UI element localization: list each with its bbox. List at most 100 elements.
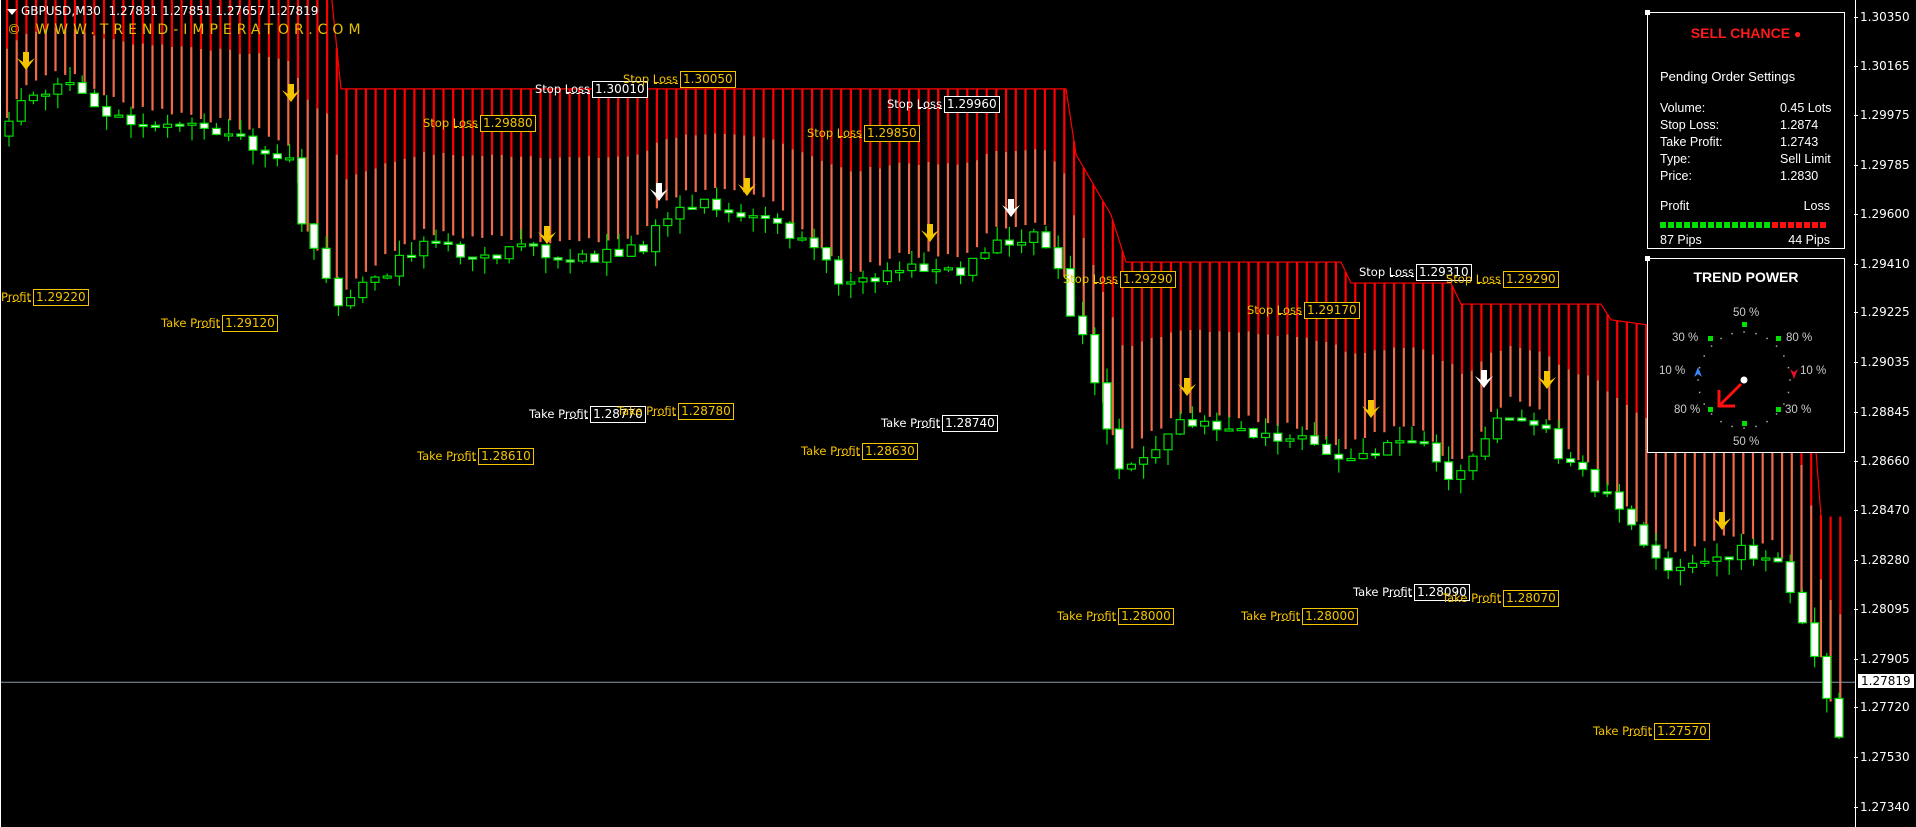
take-profit-label[interactable]: Take Profit 1.29120 bbox=[161, 315, 278, 332]
panel-drag-handle[interactable] bbox=[1645, 10, 1650, 15]
candle-body bbox=[346, 296, 356, 307]
price-tick: 1.30350 bbox=[1854, 10, 1910, 24]
candle-body bbox=[1504, 417, 1515, 421]
candle-body bbox=[858, 277, 868, 283]
dial-dot bbox=[1703, 403, 1705, 405]
candle-body bbox=[333, 277, 343, 307]
take-profit-label[interactable]: Take Profit 1.27570 bbox=[1593, 723, 1710, 740]
profit-segment bbox=[1732, 222, 1738, 228]
candle-body bbox=[394, 254, 404, 277]
candle-body bbox=[968, 257, 978, 276]
take-profit-label[interactable]: Take Profit 1.28740 bbox=[881, 415, 998, 432]
take-profit-label[interactable]: Take Profit 1.28000 bbox=[1057, 608, 1174, 625]
setting-value: Sell Limit bbox=[1780, 152, 1831, 166]
setting-value: 1.2830 bbox=[1780, 169, 1819, 183]
candle-body bbox=[407, 254, 417, 258]
candle-body bbox=[1736, 544, 1747, 561]
trend-power-dial bbox=[1694, 322, 1798, 429]
stop-loss-label[interactable]: Stop Loss 1.29290 bbox=[1446, 271, 1559, 288]
candle-body bbox=[1822, 655, 1832, 700]
candle-body bbox=[614, 248, 624, 257]
candle-body bbox=[553, 257, 563, 261]
candle-body bbox=[1687, 562, 1698, 568]
candle-body bbox=[821, 247, 832, 261]
candle-body bbox=[931, 269, 941, 273]
label-price: 1.29850 bbox=[864, 125, 920, 142]
take-profit-label[interactable]: Take Profit 1.28070 bbox=[1442, 590, 1559, 607]
dropdown-triangle-icon[interactable] bbox=[7, 8, 17, 15]
candle-body bbox=[760, 215, 771, 220]
loss-segment bbox=[1780, 222, 1786, 228]
candle-body bbox=[1809, 622, 1820, 658]
sell-signal-arrow-icon bbox=[650, 183, 668, 201]
candle-body bbox=[1639, 524, 1649, 546]
profit-segment bbox=[1668, 222, 1674, 228]
candle-body bbox=[1309, 435, 1320, 445]
label-price: 1.29120 bbox=[222, 315, 278, 332]
candle-body bbox=[199, 122, 209, 129]
sell-signal-arrow-icon bbox=[1713, 512, 1731, 530]
take-profit-label[interactable]: Take Profit 1.28000 bbox=[1241, 608, 1358, 625]
candle-body bbox=[1016, 241, 1027, 246]
stop-loss-label[interactable]: Stop Loss 1.29960 bbox=[887, 96, 1000, 113]
candle-body bbox=[175, 123, 185, 127]
stop-loss-label[interactable]: Stop Loss 1.29170 bbox=[1247, 302, 1360, 319]
stop-loss-label[interactable]: Stop Loss 1.29880 bbox=[423, 115, 536, 132]
sell-signal-arrow-icon bbox=[17, 52, 35, 70]
sell-chance-title: SELL CHANCE ● bbox=[1648, 25, 1844, 41]
label-text: Take Profit bbox=[1442, 591, 1502, 605]
candle-body bbox=[1004, 239, 1015, 246]
dial-dot bbox=[1766, 420, 1768, 423]
pct-top-left: 30 % bbox=[1672, 332, 1699, 344]
loss-segment bbox=[1772, 222, 1778, 228]
dial-dot bbox=[1766, 337, 1768, 340]
up-arrow-icon bbox=[1694, 367, 1702, 377]
dial-dot bbox=[1697, 379, 1699, 381]
take-profit-label[interactable]: Take Profit 1.28630 bbox=[801, 443, 918, 460]
candle-body bbox=[1407, 440, 1417, 444]
pct-bottom: 50 % bbox=[1733, 436, 1760, 448]
price-axis[interactable]: 1.30350 1.30165 1.29975 1.29785 1.29600 1.294… bbox=[1854, 0, 1916, 827]
candle-body bbox=[1797, 591, 1808, 624]
candle-body bbox=[711, 198, 722, 211]
stop-loss-label[interactable]: Stop Loss 1.29290 bbox=[1063, 271, 1176, 288]
pending-order-title: Pending Order Settings bbox=[1660, 69, 1796, 84]
dial-dot bbox=[1789, 379, 1791, 381]
dial-dot bbox=[1720, 420, 1722, 423]
loss-pips: 44 Pips bbox=[1788, 233, 1830, 247]
candlestick-chart[interactable] bbox=[1, 0, 1856, 827]
candle-body bbox=[1553, 428, 1564, 460]
label-text: Stop Loss bbox=[623, 72, 679, 86]
dial-marker-bottom-right bbox=[1776, 407, 1781, 412]
candle-body bbox=[187, 122, 197, 126]
take-profit-label[interactable]: Profit 1.29220 bbox=[1, 289, 89, 306]
candle-body bbox=[1175, 419, 1185, 435]
dial-dot bbox=[1787, 366, 1790, 369]
price-tick: 1.28845 bbox=[1854, 405, 1910, 419]
trend-direction-arrow-icon bbox=[1717, 382, 1743, 408]
label-price: 1.28000 bbox=[1118, 608, 1174, 625]
price-tick: 1.29225 bbox=[1854, 305, 1910, 320]
candle-body bbox=[675, 206, 685, 220]
candle-body bbox=[1443, 461, 1454, 481]
sell-chance-panel: SELL CHANCE ● Pending Order Settings Vol… bbox=[1645, 10, 1845, 249]
price-tick: 1.27340 bbox=[1854, 800, 1910, 814]
take-profit-label[interactable]: Take Profit 1.28610 bbox=[417, 448, 534, 465]
price-chart[interactable]: GBPUSD,M30 1.27831 1.27851 1.27657 1.278… bbox=[0, 0, 1856, 827]
setting-key: Take Profit: bbox=[1660, 135, 1723, 149]
label-text: Stop Loss bbox=[887, 97, 943, 111]
stop-loss-label[interactable]: Stop Loss 1.30050 bbox=[623, 71, 736, 88]
pct-bottom-left: 80 % bbox=[1674, 404, 1701, 416]
candle-body bbox=[1431, 442, 1442, 463]
price-tick: 1.29785 bbox=[1854, 158, 1910, 173]
take-profit-label[interactable]: Take Profit 1.28780 bbox=[617, 403, 734, 420]
label-text: Take Profit bbox=[801, 444, 861, 458]
candle-body bbox=[370, 276, 380, 283]
label-text: Take Profit bbox=[881, 416, 941, 430]
dial-dot bbox=[1743, 331, 1745, 333]
candle-body bbox=[358, 281, 368, 299]
down-arrow-icon bbox=[1790, 369, 1798, 379]
price-tick: 1.28660 bbox=[1854, 453, 1910, 468]
stop-loss-label[interactable]: Stop Loss 1.29850 bbox=[807, 125, 920, 142]
candle-body bbox=[1163, 433, 1173, 451]
